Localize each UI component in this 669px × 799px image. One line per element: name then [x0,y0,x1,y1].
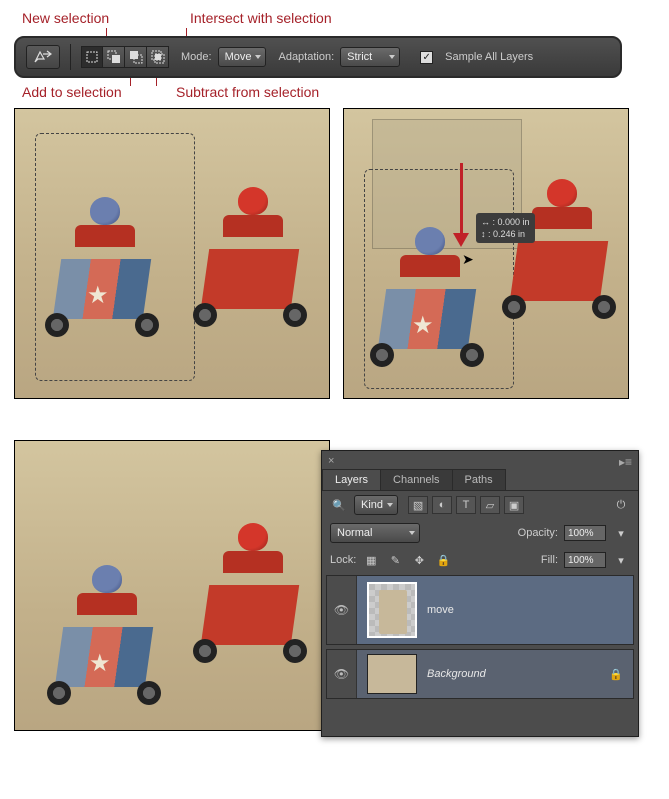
lock-pixels-icon[interactable]: ✎ [386,551,404,569]
adaptation-dropdown[interactable]: Strict [340,47,400,67]
kid-red [532,179,592,224]
lock-icon: 🔒 [607,665,625,683]
subtract-from-selection-button[interactable] [125,46,147,68]
layer-row[interactable]: Background 🔒 [326,649,634,699]
layer-name[interactable]: move [427,604,454,616]
canvas-after: ★ [14,440,330,731]
blend-mode-dropdown[interactable]: Normal [330,523,420,543]
fill-input[interactable]: 100% [564,552,606,568]
panel-tabs: Layers Channels Paths [322,469,638,491]
layer-row[interactable]: move [326,575,634,645]
lock-fill-row: Lock: ▦ ✎ ✥ 🔒 Fill: 100% ▾ [322,547,638,573]
star-icon: ★ [89,649,111,678]
visibility-toggle[interactable] [327,650,357,698]
fill-label: Fill: [541,554,558,566]
options-bar: Mode: Move Adaptation: Strict ✓ Sample A… [14,36,622,78]
canvas-before: ★ [14,108,330,399]
panel-collapse-icon[interactable]: × [328,455,334,467]
filter-pixel-icon[interactable]: ▧ [408,496,428,514]
star-icon: ★ [412,311,434,340]
lock-label: Lock: [330,554,356,566]
eye-icon [334,667,349,681]
horiz-value: 0.000 in [498,217,530,227]
callout-line [156,78,157,86]
tab-channels[interactable]: Channels [380,469,452,490]
kid-blue [400,227,460,272]
soapbox-blue: ★ [49,587,159,697]
sample-all-layers-checkbox[interactable]: ✓ [420,51,433,64]
opacity-label: Opacity: [518,527,558,539]
kid-blue [77,565,137,610]
filter-type-icons: ▧ ◐ T ▱ ▣ [408,496,524,514]
lock-all-icon[interactable]: 🔒 [434,551,452,569]
eye-icon [334,603,349,617]
kid-red [223,523,283,568]
layers-list: move Background 🔒 [322,573,638,705]
callout-line [130,78,131,86]
layer-thumbnail[interactable] [367,654,417,694]
chevron-down-icon[interactable]: ▾ [612,551,630,569]
visibility-toggle[interactable] [327,576,357,644]
tab-paths[interactable]: Paths [452,469,506,490]
kid-blue [75,197,135,242]
add-to-selection-button[interactable] [103,46,125,68]
soapbox-blue: ★ [47,219,157,329]
callout-subtract: Subtract from selection [176,84,319,100]
layer-thumbnail[interactable] [367,582,417,638]
canvas-during-move: ★ ➤ ↔ : 0.000 in ↕ : 0.246 in [343,108,629,399]
vert-label: ↕ : [481,229,491,239]
move-distance-tooltip: ↔ : 0.000 in ↕ : 0.246 in [476,213,535,243]
callout-new-selection: New selection [22,10,109,26]
opacity-input[interactable]: 100% [564,525,606,541]
lock-position-icon[interactable]: ✥ [410,551,428,569]
sample-all-layers-label: Sample All Layers [445,51,533,63]
layer-filter-row: 🔍 Kind ▧ ◐ T ▱ ▣ ⏻ [322,491,638,519]
blend-opacity-row: Normal Opacity: 100% ▾ [322,519,638,547]
cursor-icon: ➤ [462,251,474,268]
mode-dropdown[interactable]: Move [218,47,267,67]
star-icon: ★ [87,281,109,310]
soapbox-red [195,209,305,319]
panel-menu-icon[interactable]: ▸≡ [619,455,632,469]
search-icon: 🔍 [330,496,348,514]
filter-toggle-switch[interactable]: ⏻ [612,496,630,514]
filter-shape-icon[interactable]: ▱ [480,496,500,514]
adaptation-label: Adaptation: [278,51,334,63]
chevron-down-icon[interactable]: ▾ [612,524,630,542]
horiz-label: ↔ : [481,217,495,227]
intersect-with-selection-button[interactable] [147,46,169,68]
move-direction-arrow [460,163,469,247]
content-aware-move-tool-icon[interactable] [26,45,60,69]
vert-value: 0.246 in [493,229,525,239]
tab-layers[interactable]: Layers [322,469,381,490]
new-selection-button[interactable] [81,46,103,68]
selection-mode-group [81,46,169,68]
divider [70,44,71,70]
kid-red [223,187,283,232]
filter-smart-icon[interactable]: ▣ [504,496,524,514]
filter-type-icon[interactable]: T [456,496,476,514]
callout-intersect: Intersect with selection [190,10,332,26]
layers-panel: × ▸≡ Layers Channels Paths 🔍 Kind ▧ ◐ T … [321,450,639,737]
mode-label: Mode: [181,51,212,63]
filter-adjustment-icon[interactable]: ◐ [432,496,452,514]
layer-name[interactable]: Background [427,668,486,680]
callout-add: Add to selection [22,84,122,100]
lock-transparency-icon[interactable]: ▦ [362,551,380,569]
soapbox-red [195,545,305,655]
filter-kind-dropdown[interactable]: Kind [354,495,398,515]
